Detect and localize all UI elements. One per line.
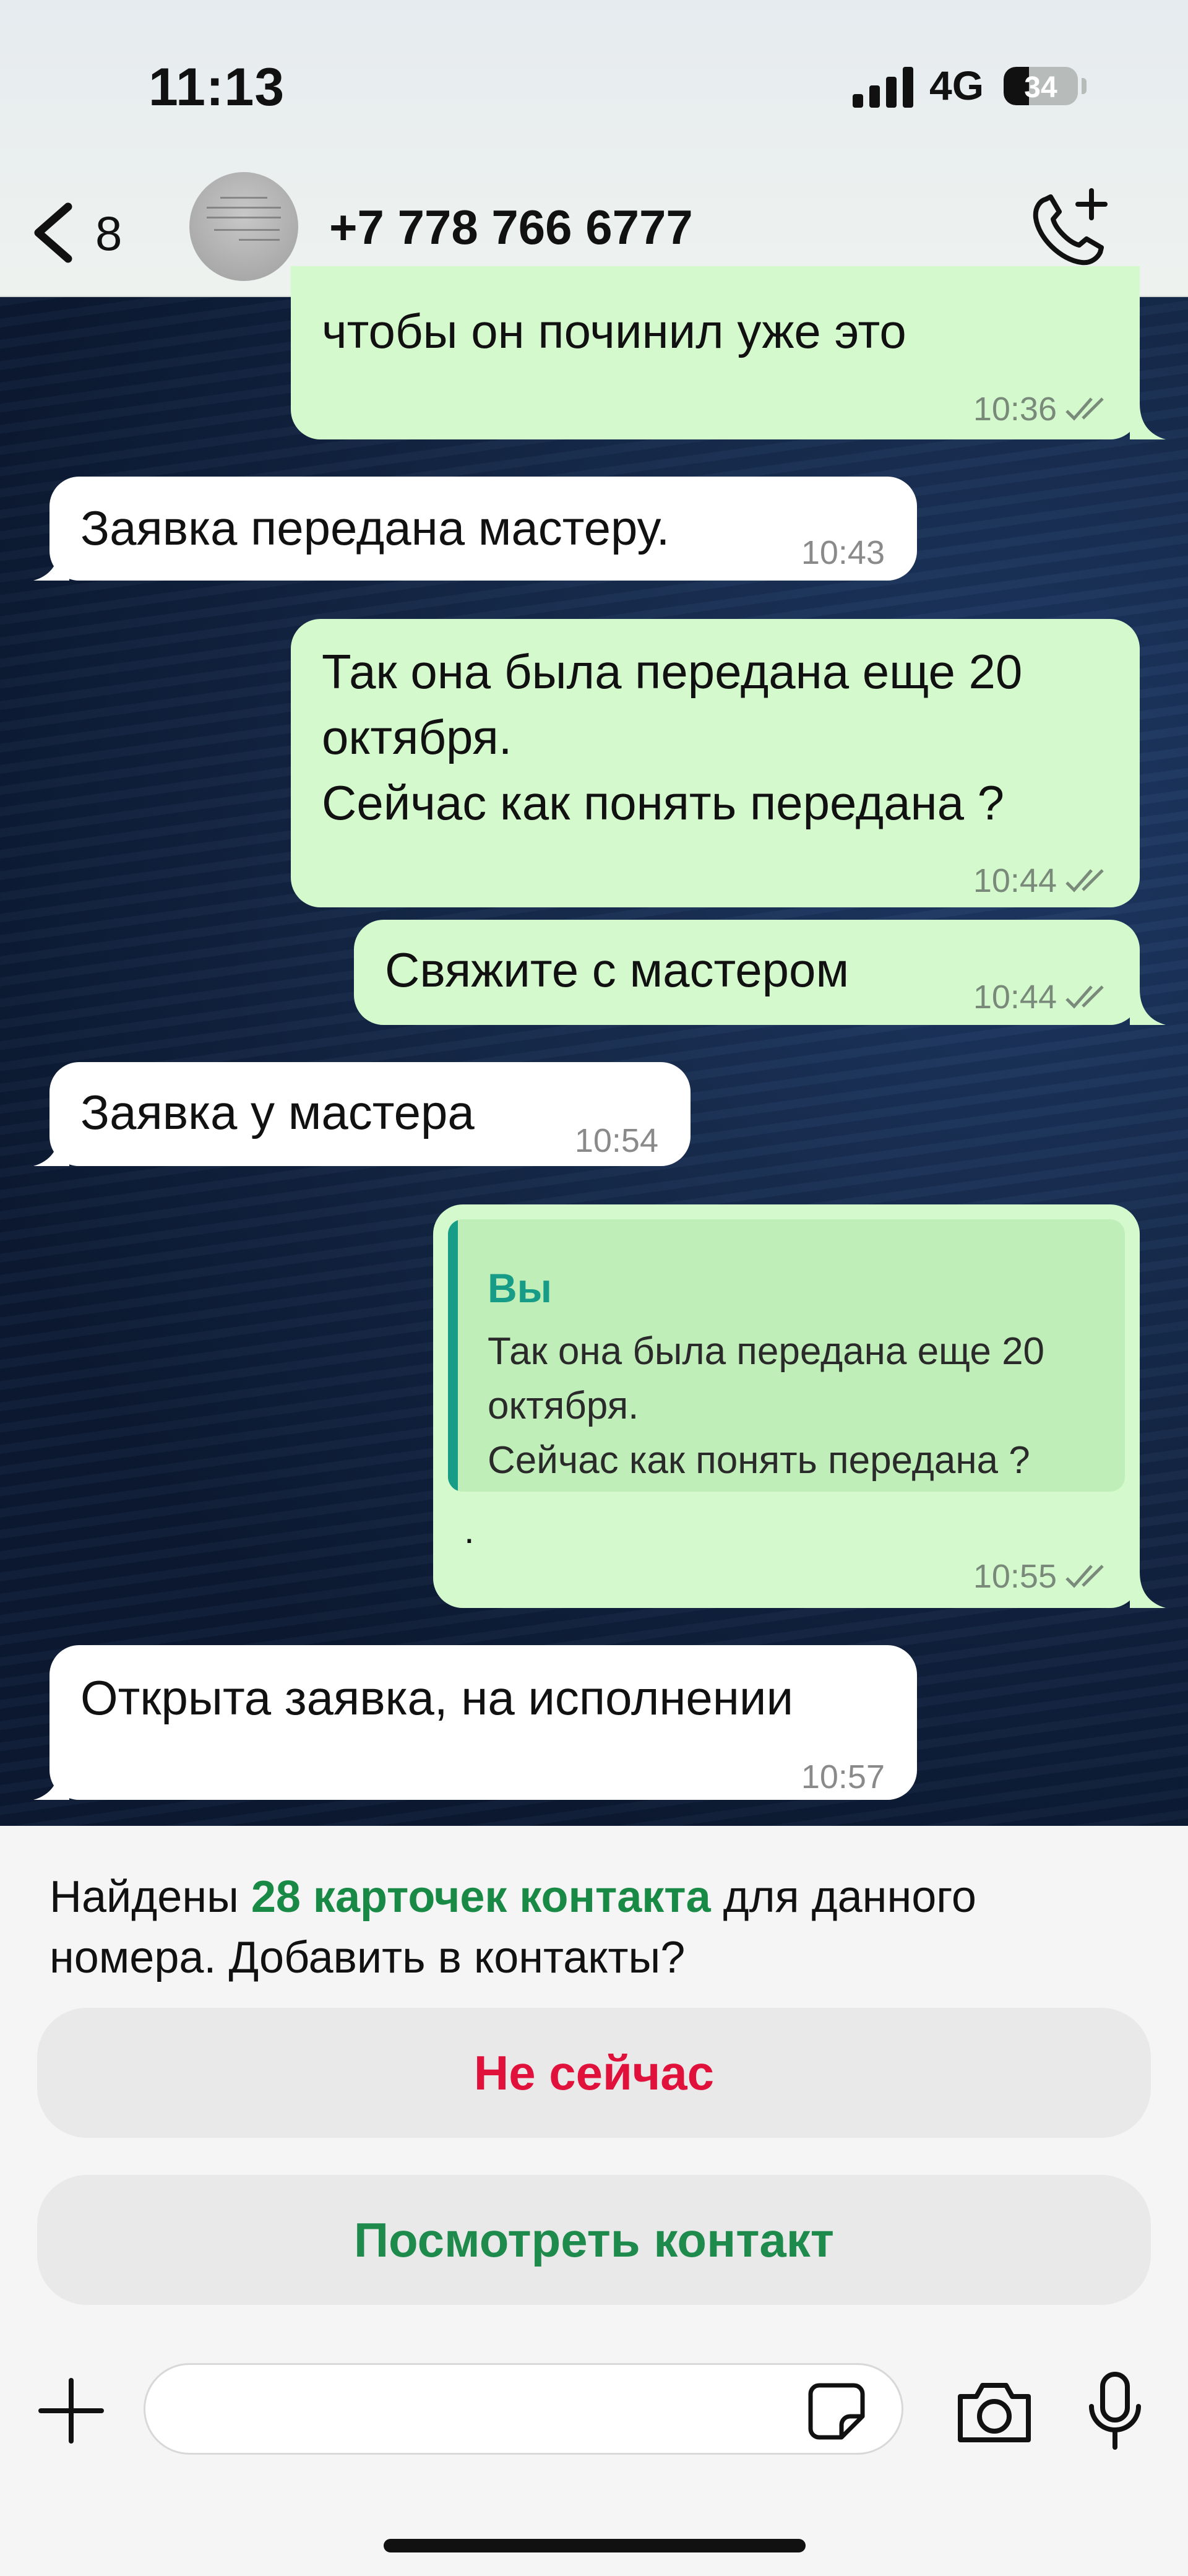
message-text: Так она была передана еще 20 xyxy=(322,644,1023,699)
battery-tip xyxy=(1082,78,1087,94)
bubble-tail xyxy=(33,1130,69,1166)
chat-header: 11:13 4G 34 8 +7 778 766 6777 xyxy=(0,0,1188,297)
contact-cards-link[interactable]: 28 карточек контакта xyxy=(251,1872,711,1922)
quote-bar xyxy=(448,1219,458,1492)
message-composer xyxy=(0,2340,1188,2576)
bubble-tail xyxy=(33,545,69,581)
message-meta: 10:36 xyxy=(973,376,1114,442)
prompt-text-start: Найдены xyxy=(50,1872,251,1922)
message-bubble-outgoing[interactable]: чтобы он починил уже это 10:36 xyxy=(291,266,1140,439)
message-text: Заявка передана мастеру. xyxy=(80,501,670,555)
message-bubble-incoming[interactable]: Заявка у мастера 10:54 xyxy=(50,1062,691,1166)
sticker-icon[interactable] xyxy=(807,2382,866,2441)
bubble-tail xyxy=(1130,404,1166,439)
add-contact-prompt: Найдены 28 карточек контакта для данного… xyxy=(50,1867,1138,1988)
message-bubble-incoming[interactable]: Открыта заявка, на исполнении 10:57 xyxy=(50,1645,917,1800)
message-input[interactable] xyxy=(144,2363,903,2455)
double-check-icon xyxy=(1065,397,1104,421)
message-bubble-incoming[interactable]: Заявка передана мастеру. 10:43 xyxy=(50,477,917,581)
plus-icon[interactable] xyxy=(37,2377,105,2445)
message-meta: 10:44 xyxy=(973,964,1114,1030)
message-meta: 10:44 xyxy=(973,848,1114,914)
back-button[interactable]: 8 xyxy=(19,192,142,266)
message-text: октября. xyxy=(322,710,512,764)
message-text: Сейчас как понять передана ? xyxy=(322,776,1005,830)
chevron-left-icon xyxy=(34,202,72,263)
camera-icon[interactable] xyxy=(954,2378,1035,2446)
cellular-signal-icon xyxy=(853,67,915,108)
bubble-tail xyxy=(33,1764,69,1800)
message-time: 10:57 xyxy=(801,1758,885,1796)
message-text: Свяжите с мастером xyxy=(385,943,850,997)
message-text: чтобы он починил уже это xyxy=(322,304,906,358)
quoted-message[interactable]: Вы Так она была передана еще 20 октября.… xyxy=(448,1219,1125,1492)
message-meta: 10:43 xyxy=(801,520,885,586)
message-time: 10:36 xyxy=(973,391,1057,428)
message-text: . xyxy=(464,1510,475,1551)
battery-icon: 34 xyxy=(1004,67,1078,105)
contact-title[interactable]: +7 778 766 6777 xyxy=(329,199,693,256)
message-time: 10:55 xyxy=(973,1558,1057,1595)
message-text: Заявка у мастера xyxy=(80,1085,475,1139)
double-check-icon xyxy=(1065,985,1104,1009)
message-bubble-outgoing[interactable]: Вы Так она была передана еще 20 октября.… xyxy=(433,1204,1140,1608)
double-check-icon xyxy=(1065,869,1104,893)
avatar[interactable] xyxy=(189,172,298,281)
bubble-tail xyxy=(1130,989,1166,1025)
status-time: 11:13 xyxy=(148,58,285,117)
battery-level: 34 xyxy=(1024,71,1057,104)
message-bubble-outgoing[interactable]: Так она была передана еще 20 октября. Се… xyxy=(291,619,1140,907)
unread-count: 8 xyxy=(95,206,123,261)
network-type: 4G xyxy=(929,63,984,108)
message-meta: 10:57 xyxy=(801,1744,885,1810)
quote-author: Вы xyxy=(488,1265,553,1311)
message-time: 10:44 xyxy=(973,862,1057,899)
message-meta: 10:55 xyxy=(973,1544,1114,1609)
bubble-tail xyxy=(1130,1572,1166,1608)
view-contact-button[interactable]: Посмотреть контакт xyxy=(37,2175,1151,2305)
not-now-button[interactable]: Не сейчас xyxy=(37,2008,1151,2138)
add-call-button[interactable] xyxy=(1027,186,1114,272)
message-time: 10:43 xyxy=(801,534,885,571)
microphone-icon[interactable] xyxy=(1084,2371,1146,2451)
message-bubble-outgoing[interactable]: Свяжите с мастером 10:44 xyxy=(354,920,1140,1025)
message-text: Открыта заявка, на исполнении xyxy=(80,1671,794,1725)
home-indicator[interactable] xyxy=(384,2539,806,2552)
phone-add-icon xyxy=(1033,188,1108,266)
message-time: 10:44 xyxy=(973,979,1057,1016)
double-check-icon xyxy=(1065,1565,1104,1588)
message-meta: 10:54 xyxy=(575,1108,658,1173)
message-time: 10:54 xyxy=(574,1122,658,1159)
quote-text: Так она была передана еще 20 октября. Се… xyxy=(488,1330,1045,1482)
